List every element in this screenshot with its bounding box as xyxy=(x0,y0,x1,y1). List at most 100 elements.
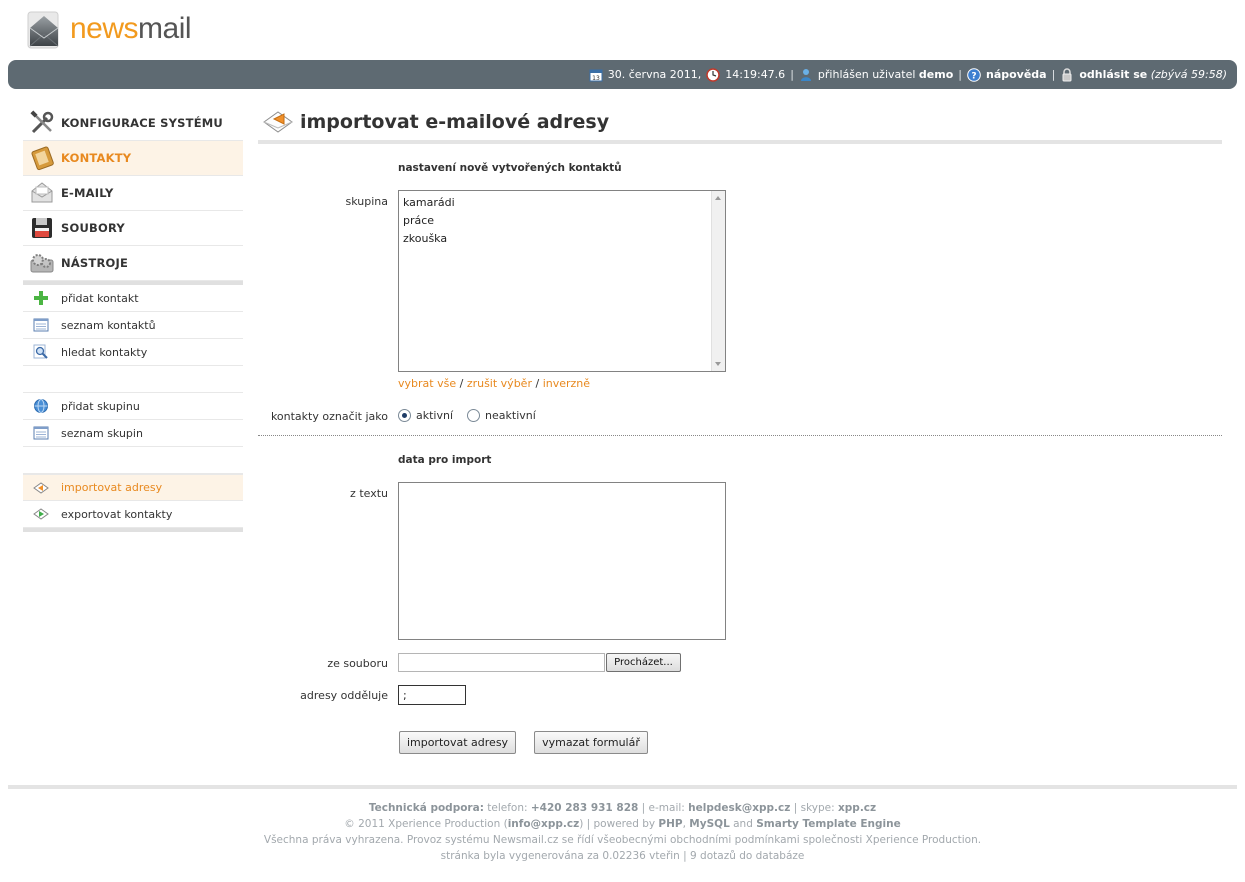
smarty-link[interactable]: Smarty Template Engine xyxy=(756,818,900,830)
php-link[interactable]: PHP xyxy=(658,818,682,830)
sidebar: KONFIGURACE SYSTÉMU KONTAKTY E-MAILY SOU… xyxy=(23,106,243,532)
footer-rights: Všechna práva vyhrazena. Provoz systému … xyxy=(263,834,982,846)
support-label: Technická podpora: xyxy=(368,802,484,814)
menu-item-emails[interactable]: E-MAILY xyxy=(23,176,243,211)
top-status-bar: 13 30. června 2011, 14:19:47.6 | přihláš… xyxy=(8,60,1237,89)
submenu-end-bar xyxy=(23,528,243,532)
main-menu: KONFIGURACE SYSTÉMU KONTAKTY E-MAILY SOU… xyxy=(23,106,243,285)
mark-contacts-label: kontakty označit jako xyxy=(270,410,388,423)
sidebar-item-add-group[interactable]: přidat skupinu xyxy=(23,393,243,420)
gears-icon xyxy=(29,250,55,276)
sidebar-item-contact-list[interactable]: seznam kontaktů xyxy=(23,312,243,339)
tools-icon xyxy=(29,110,55,136)
select-all-link[interactable]: vybrat vše xyxy=(398,377,456,390)
phone-label: telefon: xyxy=(487,802,528,814)
separator-label: adresy odděluje xyxy=(300,689,388,702)
footer-copyright-line: © 2011 Xperience Production (info@xpp.cz… xyxy=(344,818,901,830)
svg-text:13: 13 xyxy=(592,75,600,82)
deselect-link[interactable]: zrušit výběr xyxy=(467,377,532,390)
file-path-field[interactable] xyxy=(398,653,605,672)
menu-item-label: E-MAILY xyxy=(61,186,114,200)
menu-item-files[interactable]: SOUBORY xyxy=(23,211,243,246)
list-icon xyxy=(33,425,49,441)
link-separator: / xyxy=(535,377,540,390)
radio-active-option[interactable]: aktivní xyxy=(398,409,453,422)
export-icon xyxy=(33,506,49,522)
date-item: 13 30. června 2011, xyxy=(589,68,701,82)
current-time: 14:19:47.6 xyxy=(725,68,786,81)
footer-support-line: Technická podpora: telefon: +420 283 931… xyxy=(368,802,877,814)
selection-links: vybrat vše / zrušit výběr / inverzně xyxy=(398,377,590,390)
radio-inactive[interactable] xyxy=(467,409,481,422)
separator: | xyxy=(790,68,794,81)
help-icon: ? xyxy=(967,67,981,82)
sidebar-item-label: seznam skupin xyxy=(61,426,143,440)
sidebar-item-label: přidat skupinu xyxy=(61,399,140,413)
menu-item-label: SOUBORY xyxy=(61,221,125,235)
browse-button[interactable]: Procházet... xyxy=(606,653,681,672)
invert-selection-link[interactable]: inverzně xyxy=(543,377,590,390)
help-link[interactable]: ? nápověda xyxy=(967,67,1047,82)
info-email-link[interactable]: info@xpp.cz xyxy=(508,818,580,830)
support-email-link[interactable]: helpdesk@xpp.cz xyxy=(688,802,790,814)
group-options: kamarádi práce zkouška xyxy=(399,191,725,251)
footer: Technická podpora: telefon: +420 283 931… xyxy=(0,800,1245,864)
sidebar-item-search-contacts[interactable]: hledat kontakty xyxy=(23,339,243,366)
magnifier-icon xyxy=(33,344,49,360)
time-item: 14:19:47.6 xyxy=(706,67,786,82)
logout-link[interactable]: odhlásit se xyxy=(1060,67,1148,82)
text-input-label: z textu xyxy=(350,487,388,500)
sidebar-item-import-addresses[interactable]: importovat adresy xyxy=(23,474,243,501)
sidebar-item-label: importovat adresy xyxy=(61,481,163,494)
logo-text: newsmail xyxy=(70,12,192,46)
sidebar-item-label: exportovat kontakty xyxy=(61,507,173,521)
scroll-down-arrow-icon[interactable] xyxy=(715,362,721,366)
radio-active-label: aktivní xyxy=(416,409,454,422)
sidebar-item-add-contact[interactable]: přidat kontakt xyxy=(23,285,243,312)
scroll-up-arrow-icon[interactable] xyxy=(715,196,721,200)
section-divider xyxy=(258,435,1222,436)
logged-in-label: přihlášen uživatel xyxy=(817,68,916,81)
file-input-label: ze souboru xyxy=(327,657,388,670)
address-book-icon xyxy=(29,145,55,171)
radio-inactive-option[interactable]: neaktivní xyxy=(467,409,536,422)
group-option[interactable]: práce xyxy=(403,212,721,230)
user-item: přihlášen uživatel demo xyxy=(799,68,953,82)
separator-input[interactable]: ; xyxy=(398,685,466,705)
clear-form-button[interactable]: vymazat formulář xyxy=(534,731,648,754)
menu-item-system-configuration[interactable]: KONFIGURACE SYSTÉMU xyxy=(23,106,243,141)
import-text-area[interactable] xyxy=(398,482,726,640)
mysql-link[interactable]: MySQL xyxy=(689,818,729,830)
menu-item-label: KONFIGURACE SYSTÉMU xyxy=(61,116,223,130)
page-header: importovat e-mailové adresy xyxy=(258,104,1222,144)
support-phone: +420 283 931 828 xyxy=(530,802,639,814)
calendar-icon: 13 xyxy=(589,68,603,82)
list-icon xyxy=(33,317,49,333)
menu-item-tools[interactable]: NÁSTROJE xyxy=(23,246,243,281)
sidebar-item-label: seznam kontaktů xyxy=(61,318,156,332)
group-select[interactable]: kamarádi práce zkouška xyxy=(398,190,726,372)
clock-icon xyxy=(706,67,721,82)
group-option[interactable]: kamarádi xyxy=(403,194,721,212)
sidebar-item-label: hledat kontakty xyxy=(61,345,148,359)
session-remaining: (zbývá 59:58) xyxy=(1150,68,1227,81)
copyright-text: © 2011 Xperience Production ( xyxy=(344,818,508,830)
import-icon xyxy=(33,480,49,496)
submenu-spacer xyxy=(23,366,243,393)
import-addresses-button[interactable]: importovat adresy xyxy=(399,731,516,754)
listbox-scrollbar[interactable] xyxy=(711,191,725,371)
menu-item-contacts[interactable]: KONTAKTY xyxy=(23,141,243,176)
logout-label: odhlásit se xyxy=(1079,68,1148,81)
group-option[interactable]: zkouška xyxy=(403,230,721,248)
newsmail-logo[interactable]: newsmail xyxy=(24,8,192,54)
main-content: importovat e-mailové adresy nastavení no… xyxy=(258,104,1222,754)
menu-item-label: KONTAKTY xyxy=(61,151,132,165)
svg-text:?: ? xyxy=(971,71,976,81)
radio-active[interactable] xyxy=(398,409,411,422)
sidebar-item-export-contacts[interactable]: exportovat kontakty xyxy=(23,501,243,528)
user-name: demo xyxy=(918,68,954,81)
sidebar-item-group-list[interactable]: seznam skupin xyxy=(23,420,243,447)
separator: | xyxy=(1051,68,1056,81)
import-data-title: data pro import xyxy=(398,454,492,466)
globe-icon xyxy=(33,398,49,414)
